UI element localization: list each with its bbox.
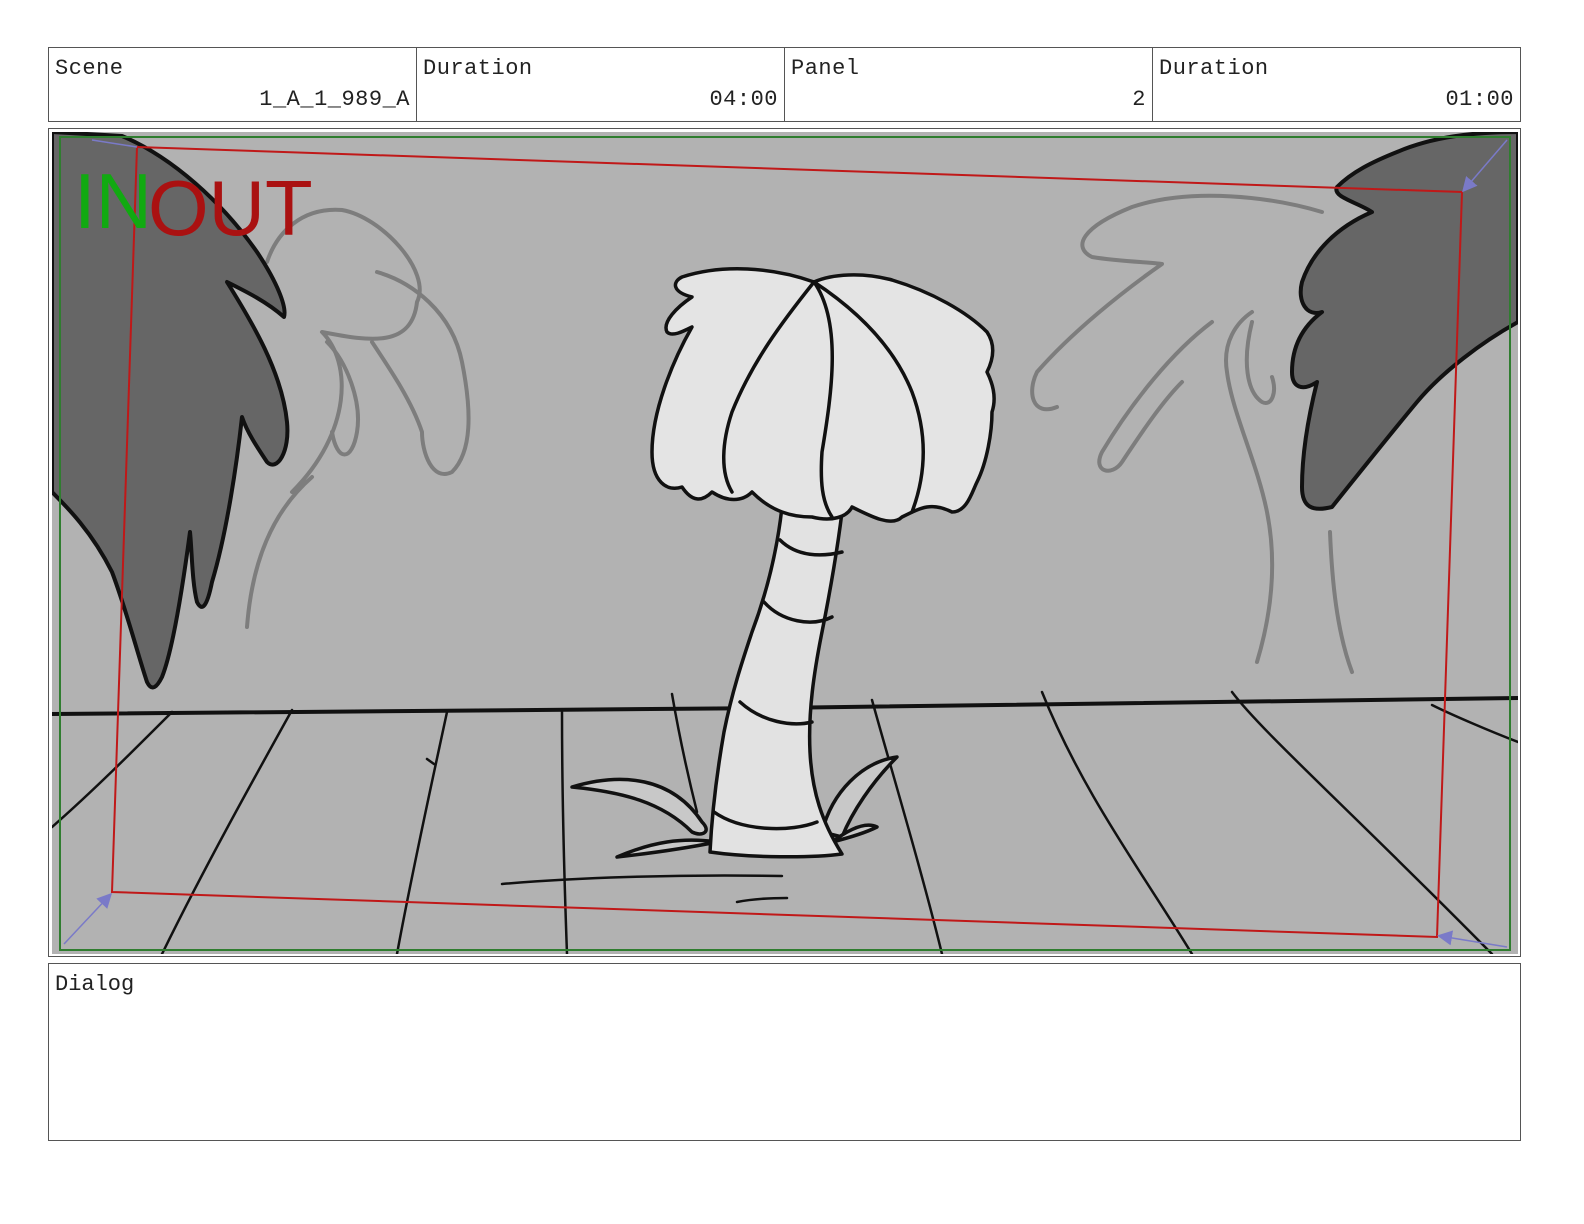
out-marker-label: OUT	[148, 164, 313, 252]
scene-duration-label: Duration	[423, 56, 533, 81]
scene-value: 1_A_1_989_A	[259, 87, 410, 112]
storyboard-header: Scene 1_A_1_989_A Duration 04:00 Panel 2…	[48, 47, 1521, 122]
in-marker-label: IN	[74, 157, 152, 245]
scene-duration-value: 04:00	[709, 87, 778, 112]
panel-duration-value: 01:00	[1445, 87, 1514, 112]
scene-duration-cell: Duration 04:00	[417, 48, 785, 121]
panel-cell: Panel 2	[785, 48, 1153, 121]
scene-label: Scene	[55, 56, 124, 81]
panel-label: Panel	[791, 56, 860, 81]
panel-duration-label: Duration	[1159, 56, 1269, 81]
panel-value: 2	[1132, 87, 1146, 112]
scene-cell: Scene 1_A_1_989_A	[49, 48, 417, 121]
dialog-label: Dialog	[55, 972, 135, 997]
dialog-box: Dialog	[48, 963, 1521, 1141]
panel-drawing: IN OUT	[52, 132, 1518, 954]
panel-duration-cell: Duration 01:00	[1153, 48, 1520, 121]
storyboard-panel: IN OUT	[48, 128, 1521, 957]
